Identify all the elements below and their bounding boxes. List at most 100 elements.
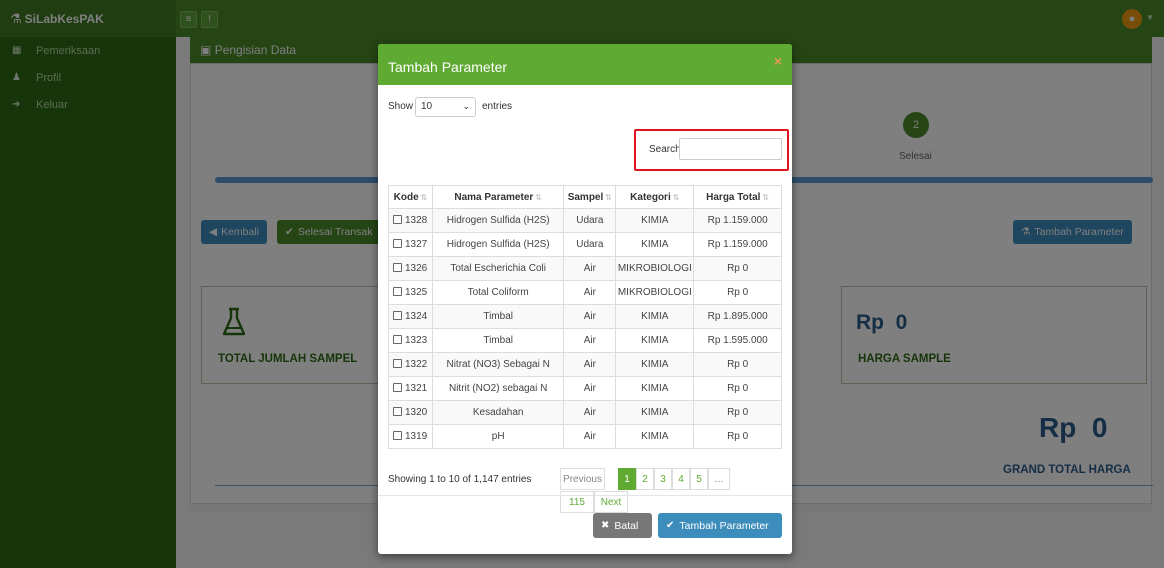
modal-footer: ✖ Batal ✔ Tambah Parameter: [378, 495, 792, 554]
cell-kategori-text: KIMIA: [641, 239, 669, 250]
cell-kode: 1328: [388, 208, 433, 233]
cell-sampel: Air: [563, 304, 617, 329]
pagination-page-3[interactable]: 3: [654, 468, 672, 490]
row-checkbox[interactable]: [393, 383, 402, 392]
row-checkbox[interactable]: [393, 215, 402, 224]
column-label: Kategori: [630, 191, 671, 203]
cell-kode: 1321: [388, 376, 433, 401]
pagination-previous[interactable]: Previous: [560, 468, 605, 490]
cell-sampel: Air: [563, 256, 617, 281]
table-row[interactable]: 1322 Nitrat (NO3) Sebagai N Air KIMIA Rp 0: [388, 352, 782, 377]
column-label: Kode: [393, 191, 419, 203]
table-row[interactable]: 1327 Hidrogen Sulfida (H2S) Udara KIMIA Rp 1…: [388, 232, 782, 257]
cell-nama-parameter-text: Nitrat (NO3) Sebagai N: [446, 359, 550, 370]
sort-icon: ⇅: [762, 192, 770, 202]
table-row[interactable]: 1324 Timbal Air KIMIA Rp 1.895.000: [388, 304, 782, 329]
column-header-kode[interactable]: Kode ⇅: [388, 185, 433, 209]
cell-kode: 1327: [388, 232, 433, 257]
cancel-button[interactable]: ✖ Batal: [593, 513, 652, 538]
table-row[interactable]: 1325 Total Coliform Air MIKROBIOLOGI Rp 0: [388, 280, 782, 305]
row-checkbox[interactable]: [393, 263, 402, 272]
cell-sampel: Udara: [563, 232, 617, 257]
cell-nama-parameter: Timbal: [431, 304, 565, 329]
entries-length-select[interactable]: 10 ⌄: [415, 97, 476, 117]
submit-add-parameter-button[interactable]: ✔ Tambah Parameter: [658, 513, 782, 538]
cell-sampel: Udara: [563, 208, 617, 233]
chevron-down-icon: ⌄: [462, 101, 470, 111]
cell-nama-parameter: Total Coliform: [431, 280, 565, 305]
row-checkbox[interactable]: [393, 287, 402, 296]
cell-harga-total: Rp 1.595.000: [693, 328, 782, 353]
tambah-parameter-modal: Tambah Parameter × Show 10 ⌄ entries Sea…: [378, 44, 792, 554]
cell-sampel-text: Udara: [576, 215, 604, 226]
cell-harga-total-text: Rp 0: [727, 407, 749, 418]
sort-icon: ⇅: [535, 192, 542, 202]
row-checkbox[interactable]: [393, 239, 402, 248]
cell-sampel-text: Air: [583, 383, 596, 394]
cell-kategori: KIMIA: [615, 376, 695, 401]
cell-sampel-text: Air: [583, 407, 596, 418]
cell-kode: 1322: [388, 352, 433, 377]
column-label: Nama Parameter: [454, 191, 534, 203]
cell-sampel: Air: [563, 400, 617, 425]
cell-kategori-text: MIKROBIOLOGI: [617, 263, 692, 274]
cell-kategori-text: KIMIA: [641, 311, 669, 322]
cell-kode: 1320: [388, 400, 433, 425]
pagination-ellipsis: …: [708, 468, 730, 490]
sort-icon: ⇅: [672, 192, 680, 202]
check-icon: ✔: [666, 520, 675, 531]
column-header-nama[interactable]: Nama Parameter ⇅: [431, 185, 565, 209]
close-icon[interactable]: ×: [774, 53, 782, 69]
cell-harga-total: Rp 1.895.000: [693, 304, 782, 329]
column-header-sampel[interactable]: Sampel ⇅: [563, 185, 617, 209]
cell-sampel: Air: [563, 328, 617, 353]
table-row[interactable]: 1320 Kesadahan Air KIMIA Rp 0: [388, 400, 782, 425]
cell-harga-total-text: Rp 0: [727, 359, 749, 370]
cell-sampel-text: Air: [583, 431, 596, 442]
cell-harga-total: Rp 1.159.000: [693, 232, 782, 257]
cell-kategori-text: KIMIA: [641, 407, 669, 418]
row-checkbox[interactable]: [393, 431, 402, 440]
cell-harga-total-text: Rp 1.159.000: [707, 239, 768, 250]
cell-harga-total-text: Rp 0: [727, 263, 749, 274]
column-label: Sampel: [567, 191, 604, 203]
cell-harga-total-text: Rp 0: [727, 287, 749, 298]
cell-kategori-text: KIMIA: [641, 215, 669, 226]
cell-harga-total: Rp 0: [693, 424, 782, 449]
row-checkbox[interactable]: [393, 407, 402, 416]
cell-kategori-text: KIMIA: [641, 431, 669, 442]
cell-sampel-text: Udara: [576, 239, 604, 250]
column-header-harga[interactable]: Harga Total ⇅: [693, 185, 782, 209]
sort-icon: ⇅: [420, 192, 428, 202]
row-checkbox[interactable]: [393, 359, 402, 368]
cell-nama-parameter-text: Hidrogen Sulfida (H2S): [446, 239, 550, 250]
table-row[interactable]: 1326 Total Escherichia Coli Air MIKROBIOLOG…: [388, 256, 782, 281]
pagination-page-5[interactable]: 5: [690, 468, 708, 490]
table-row[interactable]: 1328 Hidrogen Sulfida (H2S) Udara KIMIA Rp 1…: [388, 208, 782, 233]
row-checkbox[interactable]: [393, 335, 402, 344]
table-row[interactable]: 1323 Timbal Air KIMIA Rp 1.595.000: [388, 328, 782, 353]
table-body: 1328 Hidrogen Sulfida (H2S) Udara KIMIA Rp 1…: [388, 208, 782, 449]
table-row[interactable]: 1319 pH Air KIMIA Rp 0: [388, 424, 782, 449]
cell-kode-text: 1324: [405, 311, 428, 322]
cell-kategori-text: KIMIA: [641, 359, 669, 370]
cell-nama-parameter: pH: [431, 424, 565, 449]
cell-kategori: KIMIA: [615, 400, 695, 425]
cell-harga-total: Rp 1.159.000: [693, 208, 782, 233]
search-input[interactable]: [679, 138, 782, 160]
pagination-page-1[interactable]: 1: [618, 468, 636, 490]
cell-nama-parameter-text: Nitrit (NO2) sebagai N: [448, 383, 548, 394]
cell-harga-total: Rp 0: [693, 280, 782, 305]
pagination-page-2[interactable]: 2: [636, 468, 654, 490]
cell-kategori: MIKROBIOLOGI: [615, 256, 695, 281]
cell-kategori: KIMIA: [615, 424, 695, 449]
row-checkbox[interactable]: [393, 311, 402, 320]
table-row[interactable]: 1321 Nitrit (NO2) sebagai N Air KIMIA Rp 0: [388, 376, 782, 401]
cell-kode: 1319: [388, 424, 433, 449]
column-header-kategori[interactable]: Kategori ⇅: [615, 185, 695, 209]
pagination-page-4[interactable]: 4: [672, 468, 690, 490]
cell-kode-text: 1322: [405, 359, 428, 370]
entries-label: entries: [482, 101, 513, 112]
cell-harga-total-text: Rp 0: [727, 383, 749, 394]
show-label: Show: [388, 101, 414, 112]
